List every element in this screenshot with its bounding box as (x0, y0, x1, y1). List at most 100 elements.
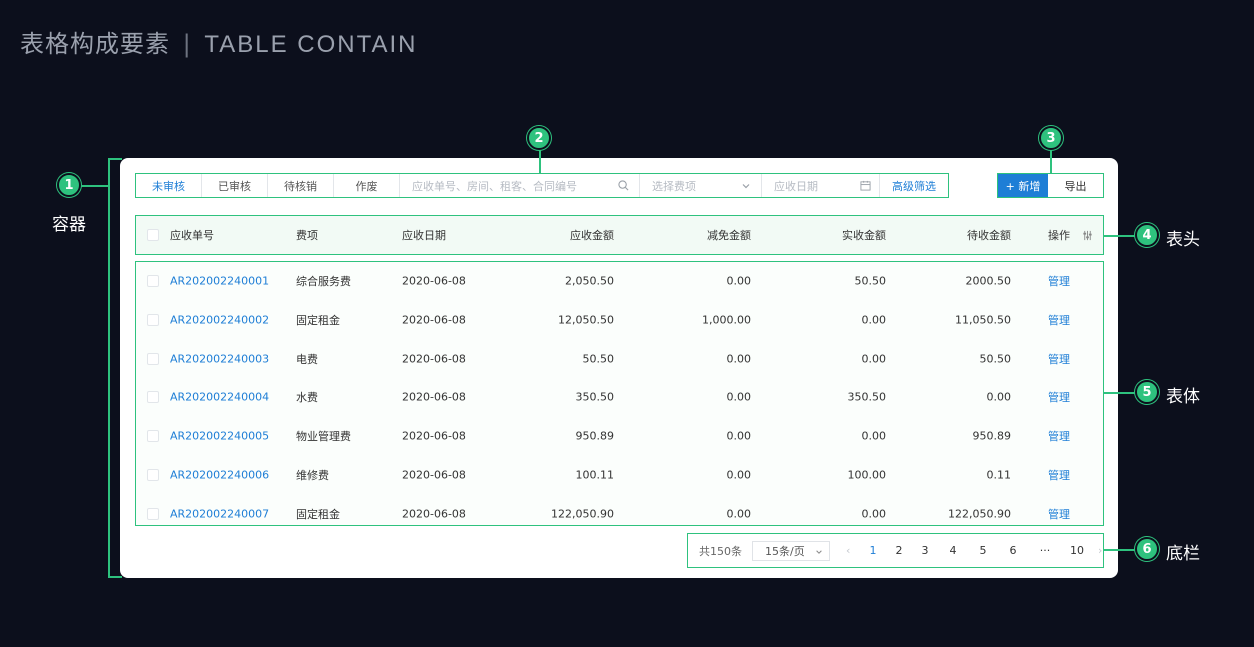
select-all-checkbox[interactable] (147, 229, 159, 241)
annotation-badge-1: 1 (57, 173, 81, 197)
manage-link[interactable]: 管理 (1048, 273, 1070, 289)
tab-unreviewed[interactable]: 未审核 (136, 174, 202, 197)
row-checkbox[interactable] (147, 468, 159, 481)
date-cell: 2020-06-08 (402, 313, 466, 327)
tab-pending-writeoff[interactable]: 待核销 (268, 174, 334, 197)
receivable-id-link[interactable]: AR202002240006 (170, 468, 269, 481)
advanced-filter-button[interactable]: 高级筛选 (880, 178, 948, 194)
pending-cell: 0.00 (986, 390, 1012, 404)
prev-page-button[interactable]: ‹ (846, 544, 860, 557)
col-header-due-amount: 应收金额 (570, 229, 614, 242)
table-header: 应收单号 费项 应收日期 应收金额 减免金额 实收金额 待收金额 操作 (135, 215, 1104, 255)
annotation-badge-5: 5 (1135, 380, 1159, 404)
fee-select[interactable]: 选择费项 (640, 174, 762, 197)
annotation-badge-3: 3 (1039, 126, 1063, 150)
pending-cell: 0.11 (986, 468, 1012, 482)
due-amount-cell: 122,050.90 (551, 507, 614, 521)
annotation-badge-2: 2 (527, 126, 551, 150)
page-size-select[interactable]: 15条/页 (752, 540, 830, 561)
col-header-reduction: 减免金额 (707, 229, 751, 242)
col-header-paid: 实收金额 (842, 229, 886, 242)
total-count: 共150条 (699, 544, 742, 558)
page-title: 表格构成要素 | TABLE CONTAIN (20, 24, 418, 59)
date-cell: 2020-06-08 (402, 274, 466, 288)
fee-cell: 物业管理费 (296, 430, 351, 444)
add-button[interactable]: + 新增 (998, 174, 1048, 197)
table-row: AR202002240004 水费 2020-06-08 350.50 0.00… (136, 378, 1103, 417)
date-cell: 2020-06-08 (402, 390, 466, 404)
table-row: AR202002240001 综合服务费 2020-06-08 2,050.50… (136, 262, 1103, 301)
page-6[interactable]: 6 (998, 544, 1028, 557)
manage-link[interactable]: 管理 (1048, 312, 1070, 328)
table-row: AR202002240003 电费 2020-06-08 50.50 0.00 … (136, 339, 1103, 378)
tab-reviewed[interactable]: 已审核 (202, 174, 268, 197)
row-checkbox[interactable] (147, 391, 159, 404)
manage-link[interactable]: 管理 (1048, 389, 1070, 405)
page-1[interactable]: 1 (860, 544, 886, 557)
page-title-cn: 表格构成要素 (20, 30, 170, 58)
search-input[interactable]: 应收单号、房间、租客、合同编号 (400, 174, 640, 197)
export-button[interactable]: 导出 (1048, 174, 1103, 197)
page-ellipsis[interactable]: ··· (1028, 544, 1062, 557)
manage-link[interactable]: 管理 (1048, 428, 1070, 444)
next-page-button[interactable]: › (1098, 544, 1102, 557)
receivable-id-link[interactable]: AR202002240001 (170, 275, 269, 288)
tab-voided[interactable]: 作废 (334, 174, 400, 197)
paid-cell: 0.00 (861, 507, 887, 521)
row-checkbox[interactable] (147, 314, 159, 327)
page-5[interactable]: 5 (968, 544, 998, 557)
col-header-date: 应收日期 (402, 229, 446, 242)
reduction-cell: 1,000.00 (702, 313, 751, 327)
paid-cell: 100.00 (847, 468, 887, 482)
receivable-id-link[interactable]: AR202002240003 (170, 352, 269, 365)
pending-cell: 950.89 (972, 429, 1012, 443)
receivable-id-link[interactable]: AR202002240002 (170, 314, 269, 327)
date-cell: 2020-06-08 (402, 429, 466, 443)
chevron-down-icon (816, 549, 822, 554)
row-checkbox[interactable] (147, 275, 159, 288)
due-amount-cell: 2,050.50 (565, 274, 614, 288)
table-body: AR202002240001 综合服务费 2020-06-08 2,050.50… (135, 261, 1104, 526)
annotation-label-container: 容器 (52, 215, 86, 235)
receivable-id-link[interactable]: AR202002240007 (170, 507, 269, 520)
manage-link[interactable]: 管理 (1048, 506, 1070, 522)
receivable-id-link[interactable]: AR202002240005 (170, 430, 269, 443)
annotation-label-header: 表头 (1166, 230, 1200, 250)
page-10[interactable]: 10 (1062, 544, 1092, 557)
date-picker[interactable]: 应收日期 (762, 174, 880, 197)
fee-cell: 电费 (296, 352, 318, 366)
annotation-line-5 (1104, 392, 1136, 394)
annotation-label-body: 表体 (1166, 387, 1200, 407)
page-2[interactable]: 2 (886, 544, 912, 557)
page-3[interactable]: 3 (912, 544, 938, 557)
due-amount-cell: 350.50 (575, 390, 615, 404)
action-button-group: + 新增 导出 (997, 173, 1104, 198)
date-placeholder: 应收日期 (774, 179, 818, 193)
annotation-badge-6: 6 (1135, 537, 1159, 561)
date-cell: 2020-06-08 (402, 507, 466, 521)
col-header-id: 应收单号 (170, 229, 214, 242)
table-row: AR202002240007 固定租金 2020-06-08 122,050.9… (136, 494, 1103, 533)
manage-link[interactable]: 管理 (1048, 351, 1070, 367)
fee-cell: 维修费 (296, 468, 329, 482)
due-amount-cell: 50.50 (582, 352, 615, 366)
page-4[interactable]: 4 (938, 544, 968, 557)
filter-bar: 未审核 已审核 待核销 作废 应收单号、房间、租客、合同编号 选择费项 应收日期… (135, 173, 949, 198)
annotation-label-footer: 底栏 (1166, 544, 1200, 564)
title-separator: | (182, 30, 192, 58)
due-amount-cell: 950.89 (575, 429, 615, 443)
row-checkbox[interactable] (147, 430, 159, 443)
row-checkbox[interactable] (147, 507, 159, 520)
manage-link[interactable]: 管理 (1048, 467, 1070, 483)
paid-cell: 50.50 (854, 274, 887, 288)
receivable-id-link[interactable]: AR202002240004 (170, 391, 269, 404)
reduction-cell: 0.00 (726, 468, 752, 482)
col-header-action: 操作 (1048, 229, 1070, 242)
column-settings-icon[interactable] (1082, 230, 1093, 241)
row-checkbox[interactable] (147, 352, 159, 365)
pending-cell: 2000.50 (965, 274, 1012, 288)
reduction-cell: 0.00 (726, 352, 752, 366)
search-icon[interactable] (618, 180, 629, 191)
reduction-cell: 0.00 (726, 274, 752, 288)
col-header-fee: 费项 (296, 229, 318, 242)
